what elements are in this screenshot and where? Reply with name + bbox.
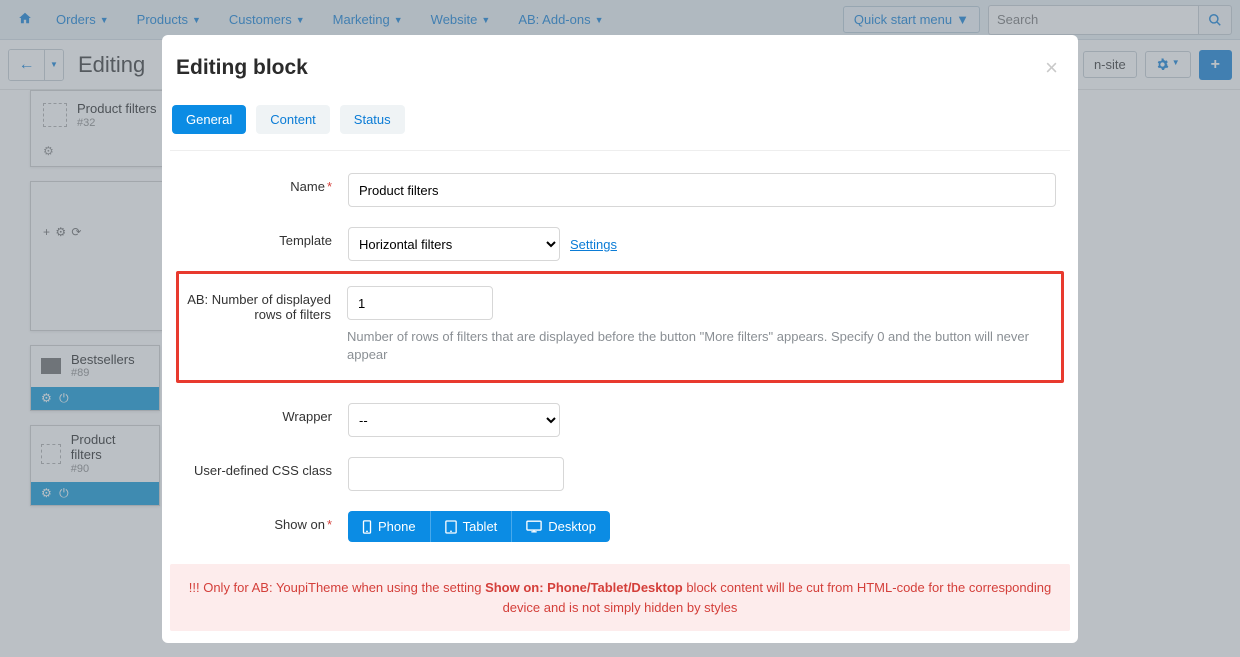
tab-status[interactable]: Status bbox=[340, 105, 405, 134]
show-phone-label: Phone bbox=[378, 519, 416, 534]
required-marker: * bbox=[327, 517, 332, 532]
modal-tabs: General Content Status bbox=[162, 95, 1078, 150]
wrapper-select[interactable]: -- bbox=[348, 403, 560, 437]
row-show-on: Show on* Phone Tablet Desktop bbox=[172, 501, 1068, 552]
tab-content[interactable]: Content bbox=[256, 105, 330, 134]
show-desktop-label: Desktop bbox=[548, 519, 596, 534]
rows-help-text: Number of rows of filters that are displ… bbox=[347, 328, 1047, 364]
show-on-buttons: Phone Tablet Desktop bbox=[348, 511, 1062, 542]
template-settings-link[interactable]: Settings bbox=[570, 237, 617, 252]
show-desktop-button[interactable]: Desktop bbox=[511, 511, 610, 542]
css-label: User-defined CSS class bbox=[194, 463, 332, 478]
row-template: Template Horizontal filters Settings bbox=[172, 217, 1068, 271]
editing-block-modal: Editing block × General Content Status N… bbox=[162, 35, 1078, 643]
tab-general[interactable]: General bbox=[172, 105, 246, 134]
show-tablet-button[interactable]: Tablet bbox=[430, 511, 512, 542]
modal-form: Name* Template Horizontal filters Settin… bbox=[162, 163, 1078, 552]
template-select[interactable]: Horizontal filters bbox=[348, 227, 560, 261]
template-label: Template bbox=[279, 233, 332, 248]
showon-label: Show on bbox=[274, 517, 325, 532]
highlighted-setting: AB: Number of displayed rows of filters … bbox=[176, 271, 1064, 383]
row-css-class: User-defined CSS class bbox=[172, 447, 1068, 501]
notice-bold: Show on: Phone/Tablet/Desktop bbox=[485, 580, 683, 595]
desktop-icon bbox=[526, 520, 542, 533]
row-name: Name* bbox=[172, 163, 1068, 217]
rows-input[interactable] bbox=[347, 286, 493, 320]
modal-title: Editing block bbox=[176, 56, 308, 80]
notice-pre: !!! Only for AB: YoupiTheme when using t… bbox=[189, 580, 485, 595]
required-marker: * bbox=[327, 179, 332, 194]
row-wrapper: Wrapper -- bbox=[172, 393, 1068, 447]
css-input[interactable] bbox=[348, 457, 564, 491]
wrapper-label: Wrapper bbox=[282, 409, 332, 424]
tablet-icon bbox=[445, 520, 457, 534]
notice-box: !!! Only for AB: YoupiTheme when using t… bbox=[170, 564, 1070, 631]
name-input[interactable] bbox=[348, 173, 1056, 207]
close-icon[interactable]: × bbox=[1045, 55, 1058, 81]
phone-icon bbox=[362, 520, 372, 534]
rows-label: AB: Number of displayed rows of filters bbox=[187, 292, 331, 322]
show-phone-button[interactable]: Phone bbox=[348, 511, 430, 542]
show-tablet-label: Tablet bbox=[463, 519, 498, 534]
name-label: Name bbox=[290, 179, 325, 194]
